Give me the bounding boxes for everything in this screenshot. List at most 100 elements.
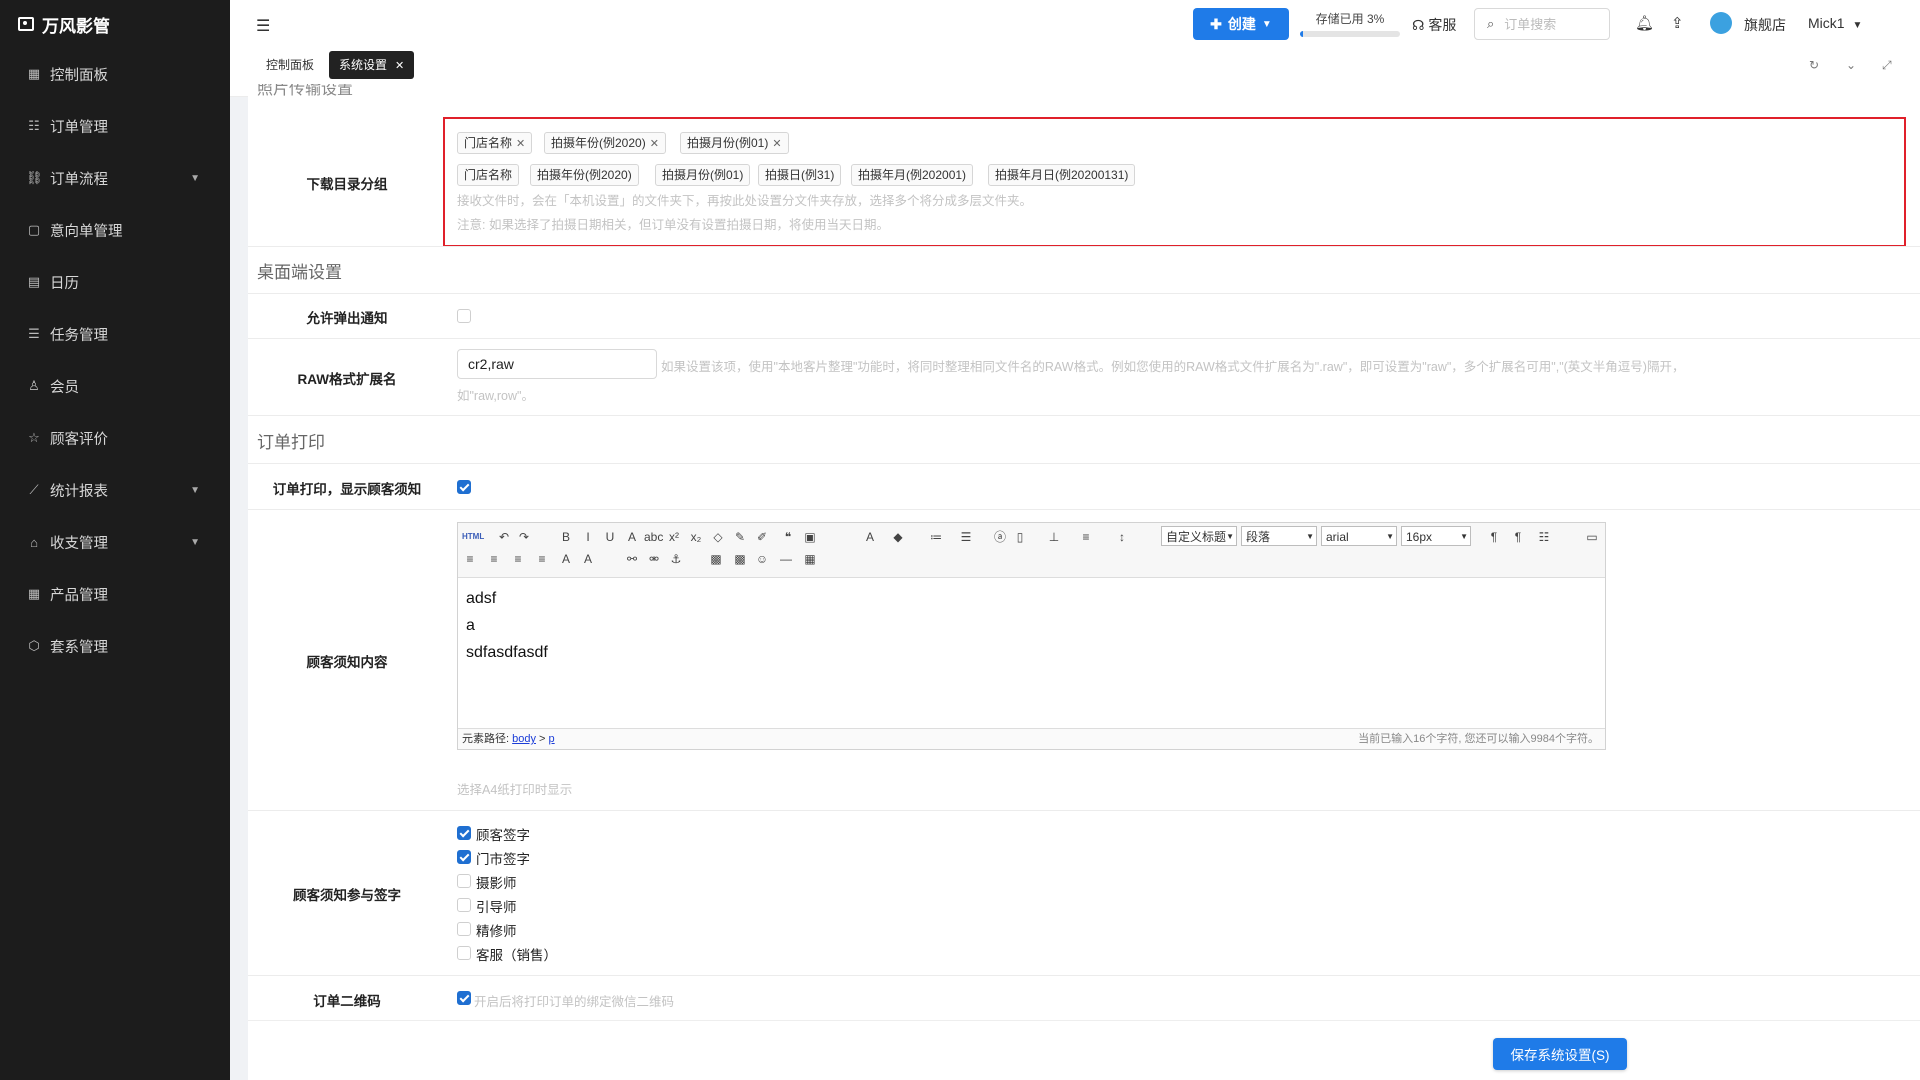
fullwidth-icon[interactable]: A <box>558 550 574 568</box>
sidebar-item[interactable]: ▤ 日历 <box>0 256 230 308</box>
option-tag[interactable]: 拍摄年月日(例20200131) <box>988 164 1136 186</box>
order-search[interactable]: ⌕ <box>1474 8 1610 40</box>
menu-toggle-icon[interactable]: ☰ <box>256 16 270 36</box>
sidebar-item[interactable]: ☰ 任务管理 <box>0 308 230 360</box>
brand[interactable]: 万风影管 <box>0 0 230 48</box>
option-tag[interactable]: 拍摄年份(例2020) <box>530 164 639 186</box>
align-justify-icon[interactable]: ≡ <box>534 550 550 568</box>
close-icon[interactable]: ✕ <box>650 138 659 150</box>
superscript-icon[interactable]: x² <box>666 528 682 546</box>
format-painter-icon[interactable]: ✎ <box>732 528 748 546</box>
tab-system-settings[interactable]: 系统设置 ✕ <box>329 51 415 79</box>
sign-option-label[interactable]: 顾客签字 <box>476 824 530 844</box>
bell-icon[interactable]: 🔔︎ <box>1635 14 1654 32</box>
strikethrough-icon[interactable]: abc <box>644 528 663 546</box>
sidebar-item[interactable]: ▢ 意向单管理 <box>0 204 230 256</box>
selected-tag[interactable]: 拍摄月份(例01) ✕ <box>680 132 789 154</box>
highlight-icon[interactable]: ◆ <box>890 528 906 546</box>
sign-option-label[interactable]: 门市签字 <box>476 848 530 868</box>
align-left-icon[interactable]: ≡ <box>462 550 478 568</box>
subscript-icon[interactable]: x₂ <box>688 528 704 546</box>
sidebar-item[interactable]: ▦ 产品管理 <box>0 568 230 620</box>
html-source-button[interactable]: HTML <box>462 528 484 546</box>
customer-service-link[interactable]: ☊ 客服 <box>1412 15 1456 35</box>
sidebar-item[interactable]: ♙ 会员 <box>0 360 230 412</box>
upload-icon[interactable]: ⇪ <box>1671 14 1684 32</box>
paragraph-spacing-icon[interactable]: ≡ <box>1078 528 1094 546</box>
sign-option-checkbox[interactable] <box>457 874 471 888</box>
sidebar-item[interactable]: ▦ 控制面板 <box>0 48 230 100</box>
shop-name[interactable]: 旗舰店 <box>1744 15 1786 35</box>
font-border-icon[interactable]: A <box>624 528 640 546</box>
italic-icon[interactable]: I <box>580 528 596 546</box>
tab-dashboard[interactable]: 控制面板 <box>256 51 324 79</box>
font-color-icon[interactable]: A <box>862 528 878 546</box>
preview-icon[interactable]: ▭ <box>1584 528 1600 546</box>
sidebar-item[interactable]: ☆ 顾客评价 <box>0 412 230 464</box>
table-icon[interactable]: ▦ <box>802 550 818 568</box>
rtl-icon[interactable]: ¶ <box>1510 528 1526 546</box>
sign-option-checkbox[interactable] <box>457 850 471 864</box>
indent-icon[interactable]: ☷ <box>1536 528 1552 546</box>
sign-option-checkbox[interactable] <box>457 946 471 960</box>
blockquote-icon[interactable]: ❝ <box>780 528 796 546</box>
close-icon[interactable]: ✕ <box>395 60 404 72</box>
image-icon[interactable]: ▩ <box>708 550 724 568</box>
path-body-link[interactable]: body <box>512 733 536 745</box>
selected-tag[interactable]: 拍摄年份(例2020) ✕ <box>544 132 666 154</box>
option-tag[interactable]: 拍摄年月(例202001) <box>851 164 974 186</box>
option-tag[interactable]: 拍摄日(例31) <box>758 164 842 186</box>
sign-option-label[interactable]: 客服（销售） <box>476 944 557 964</box>
align-center-icon[interactable]: ≡ <box>486 550 502 568</box>
rich-text-editor[interactable]: HTML 自定义标题 ▼ 段落 ▼ arial ▼ 16px ▼ ↶ ↷ B I U Aabc x²… <box>457 522 1606 750</box>
option-tag[interactable]: 门店名称 <box>457 164 520 186</box>
paste-text-icon[interactable]: ▣ <box>802 528 818 546</box>
align-right-icon[interactable]: ≡ <box>510 550 526 568</box>
title-select[interactable]: 自定义标题 ▼ <box>1161 526 1237 546</box>
refresh-icon[interactable]: ↻ <box>1809 58 1819 72</box>
search-input[interactable] <box>1502 15 1597 33</box>
sidebar-item[interactable]: ⟋ 统计报表 ▼ <box>0 464 230 516</box>
sign-option-checkbox[interactable] <box>457 826 471 840</box>
eraser-icon[interactable]: ◇ <box>710 528 726 546</box>
undo-icon[interactable]: ↶ <box>496 528 512 546</box>
halfwidth-icon[interactable]: A <box>580 550 596 568</box>
ordered-list-icon[interactable]: ≔ <box>928 528 944 546</box>
save-settings-button[interactable]: 保存系统设置(S) <box>1493 1038 1627 1070</box>
create-button[interactable]: ✚ 创建 ▼ <box>1193 8 1289 40</box>
insert-frame-icon[interactable]: ▩ <box>732 550 748 568</box>
sidebar-item[interactable]: ⛓ 订单流程 ▼ <box>0 152 230 204</box>
close-icon[interactable]: ✕ <box>772 138 781 150</box>
unlink-icon[interactable]: ⚮ <box>646 550 662 568</box>
sidebar-item[interactable]: ⬡ 套系管理 <box>0 620 230 672</box>
sidebar-item[interactable]: ☷ 订单管理 <box>0 100 230 152</box>
size-select[interactable]: 16px ▼ <box>1401 526 1471 546</box>
popup-notify-checkbox[interactable] <box>457 309 471 323</box>
sign-option-checkbox[interactable] <box>457 922 471 936</box>
chevron-down-icon[interactable]: ⌄ <box>1846 58 1856 72</box>
row-spacing-top-icon[interactable]: ⊥ <box>1046 528 1062 546</box>
user-menu[interactable]: Mick1 ▼ <box>1808 15 1862 31</box>
editor-content[interactable]: adsf a sdfasdfasdf <box>466 585 548 666</box>
show-notice-checkbox[interactable] <box>457 480 471 494</box>
sidebar-item[interactable]: ⌂ 收支管理 ▼ <box>0 516 230 568</box>
bold-icon[interactable]: B <box>558 528 574 546</box>
selected-tag[interactable]: 门店名称 ✕ <box>457 132 533 154</box>
qrcode-checkbox[interactable] <box>457 991 471 1005</box>
path-p-link[interactable]: p <box>549 733 555 745</box>
font-select[interactable]: arial ▼ <box>1321 526 1397 546</box>
fullscreen-icon[interactable]: ⤢ <box>1882 58 1892 73</box>
paragraph-select[interactable]: 段落 ▼ <box>1241 526 1317 546</box>
underline-icon[interactable]: U <box>602 528 618 546</box>
select-all-icon[interactable]: ⓐ <box>992 528 1008 546</box>
close-icon[interactable]: ✕ <box>516 138 525 150</box>
link-icon[interactable]: ⚯ <box>624 550 640 568</box>
horizontal-rule-icon[interactable]: — <box>778 550 794 568</box>
anchor-icon[interactable]: ⚓ <box>668 550 684 568</box>
sign-option-label[interactable]: 精修师 <box>476 920 517 940</box>
option-tag[interactable]: 拍摄月份(例01) <box>655 164 751 186</box>
raw-ext-input[interactable] <box>457 349 657 379</box>
auto-format-icon[interactable]: ✐ <box>754 528 770 546</box>
sign-option-label[interactable]: 引导师 <box>476 896 517 916</box>
unordered-list-icon[interactable]: ☰ <box>958 528 974 546</box>
